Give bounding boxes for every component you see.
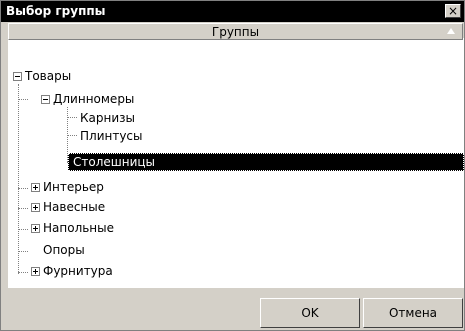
tree-item[interactable]: Плинтусы: [78, 127, 145, 145]
close-button[interactable]: ×: [445, 4, 461, 18]
tree-item-label: Товары: [25, 69, 72, 83]
tree-line: [67, 135, 77, 136]
tree-item[interactable]: Напольные: [41, 219, 116, 237]
expand-icon[interactable]: [31, 267, 40, 276]
tree-item[interactable]: Карнизы: [78, 109, 137, 127]
dialog-window: Выбор группы × Группы Товары Длинномеры …: [0, 0, 465, 331]
tree-item[interactable]: Длинномеры: [51, 90, 136, 108]
cancel-button[interactable]: Отмена: [363, 298, 463, 328]
tree-item-label: Плинтусы: [80, 129, 143, 143]
tree-line: [18, 272, 28, 273]
tree-line: [67, 117, 77, 118]
tree-item-label: Интерьер: [43, 180, 104, 194]
ok-button-label: OK: [301, 306, 319, 320]
tree-line: [18, 208, 28, 209]
tree-item[interactable]: Навесные: [41, 198, 107, 216]
tree-item-label: Фурнитура: [43, 264, 113, 278]
tree-line: [18, 229, 28, 230]
tree-item-label: Напольные: [43, 221, 115, 235]
tree-item[interactable]: Фурнитура: [41, 262, 115, 280]
window-title: Выбор группы: [6, 4, 106, 18]
tree-item-label: Длинномеры: [53, 92, 135, 106]
tree-item-label: Навесные: [43, 200, 106, 214]
cancel-button-label: Отмена: [388, 306, 438, 320]
tree-item-label: Карнизы: [80, 111, 135, 125]
collapse-icon[interactable]: [41, 95, 50, 104]
sort-ascending-icon: [447, 28, 455, 34]
tree-item-selected[interactable]: Столешницы: [68, 153, 464, 171]
title-bar[interactable]: Выбор группы ×: [1, 1, 464, 22]
column-header-label: Группы: [211, 25, 260, 39]
collapse-icon[interactable]: [13, 72, 22, 81]
expand-icon[interactable]: [31, 224, 40, 233]
ok-button[interactable]: OK: [260, 298, 360, 328]
expand-icon[interactable]: [31, 203, 40, 212]
tree-item[interactable]: Товары: [23, 67, 73, 85]
close-icon: ×: [447, 4, 459, 18]
tree-item-label: Столешницы: [73, 155, 156, 169]
tree-item[interactable]: Опоры: [41, 241, 87, 259]
tree-line: [18, 99, 28, 100]
tree-line: [18, 251, 28, 252]
column-header-groups[interactable]: Группы: [8, 23, 463, 40]
tree-line: [18, 188, 28, 189]
tree-line: [18, 84, 19, 274]
tree-item-label: Опоры: [43, 243, 85, 257]
tree-item[interactable]: Интерьер: [41, 178, 106, 196]
expand-icon[interactable]: [31, 183, 40, 192]
